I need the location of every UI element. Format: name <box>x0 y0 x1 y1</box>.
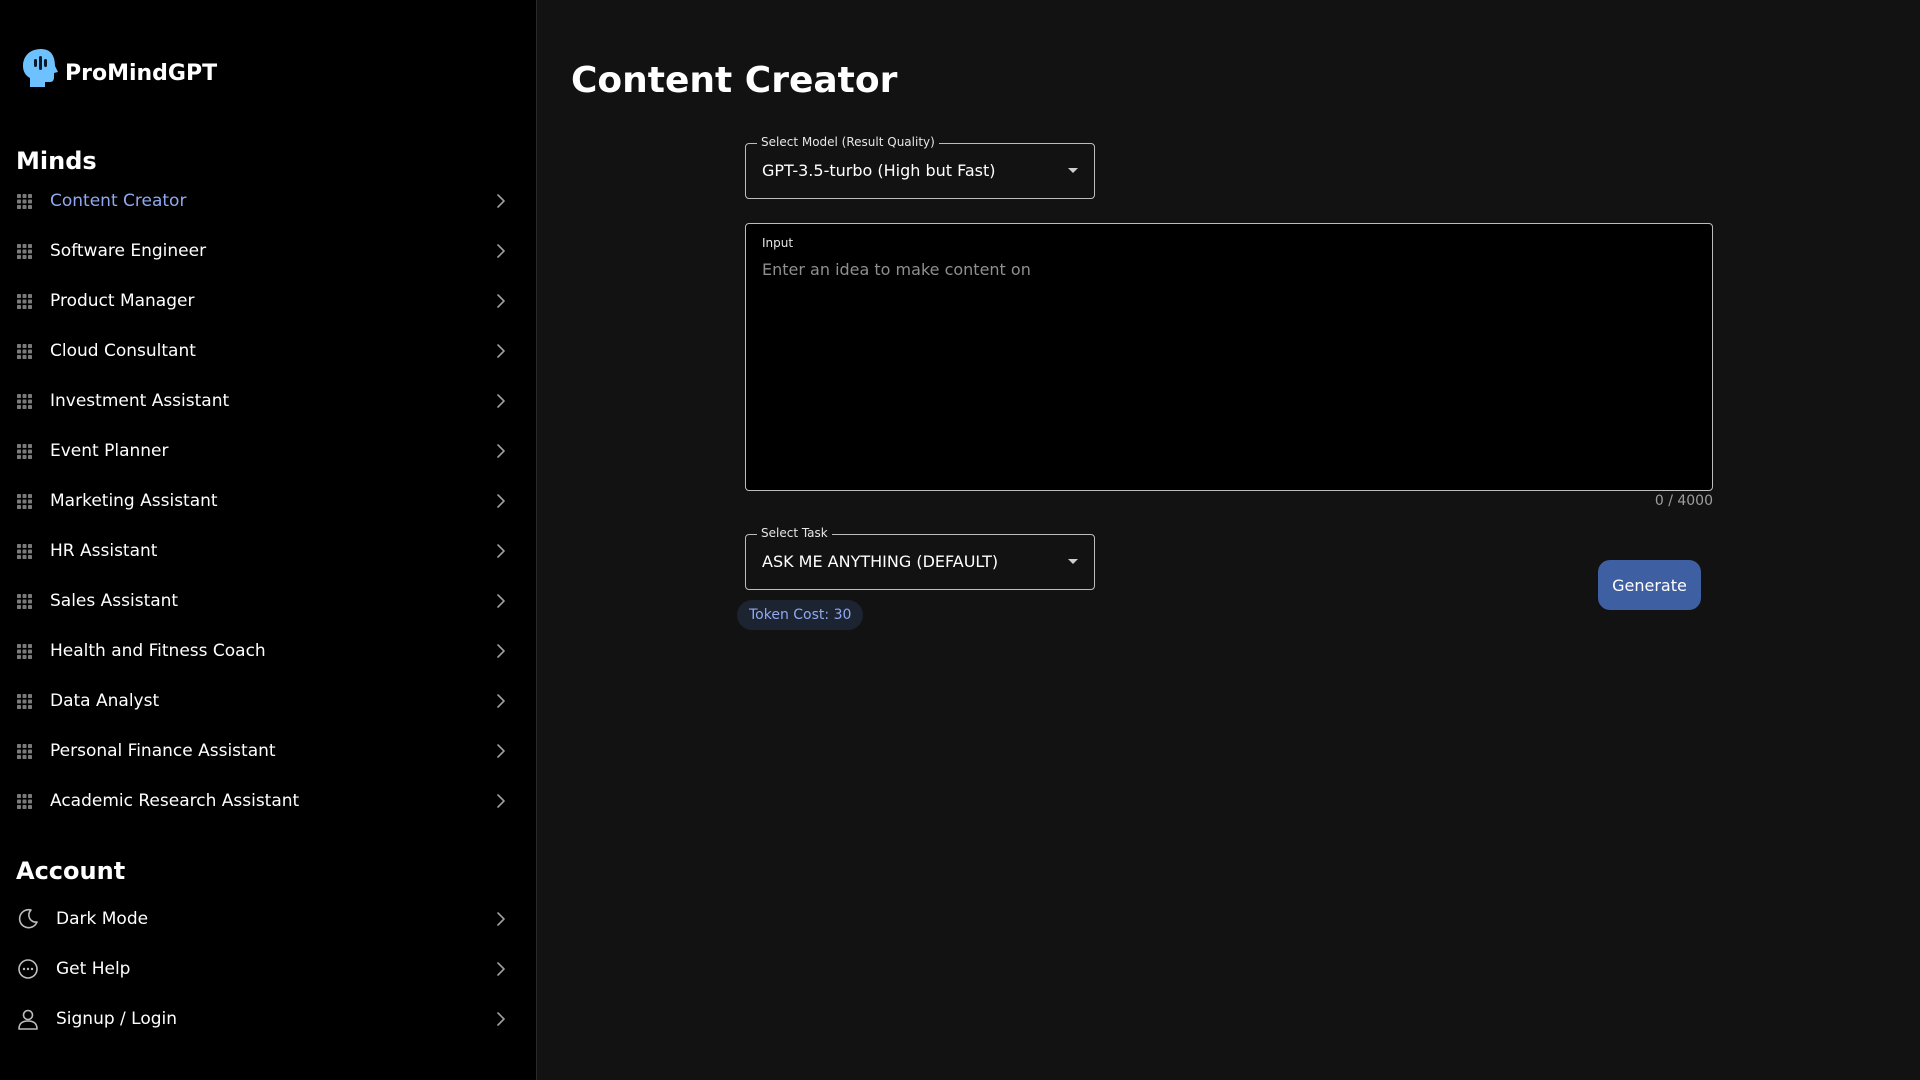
grid-icon <box>17 444 32 459</box>
sidebar-item-label: Cloud Consultant <box>50 341 196 361</box>
sidebar-item-marketing-assistant[interactable]: Marketing Assistant <box>0 476 537 526</box>
sidebar: ProMindGPT Minds Content Creator Software… <box>0 0 537 1080</box>
sidebar-item-label: Event Planner <box>50 441 169 461</box>
brand-name: ProMindGPT <box>65 60 218 86</box>
sidebar-item-dark-mode[interactable]: Dark Mode <box>0 894 537 944</box>
sidebar-item-software-engineer[interactable]: Software Engineer <box>0 226 537 276</box>
grid-icon <box>17 794 32 809</box>
grid-icon <box>17 544 32 559</box>
input-textarea[interactable] <box>762 260 1692 480</box>
task-select-value: ASK ME ANYTHING (DEFAULT) <box>762 552 999 571</box>
model-select-label: Select Model (Result Quality) <box>757 135 939 149</box>
model-select[interactable]: Select Model (Result Quality) GPT-3.5-tu… <box>745 135 1095 199</box>
chevron-right-icon <box>497 1012 505 1026</box>
caret-down-icon <box>1068 168 1078 173</box>
grid-icon <box>17 744 32 759</box>
grid-icon <box>17 344 32 359</box>
chevron-right-icon <box>497 544 505 558</box>
sidebar-item-product-manager[interactable]: Product Manager <box>0 276 537 326</box>
generate-button[interactable]: Generate <box>1598 560 1701 610</box>
task-select-label: Select Task <box>757 526 832 540</box>
sidebar-item-label: Personal Finance Assistant <box>50 741 276 761</box>
sidebar-item-label: Health and Fitness Coach <box>50 641 266 661</box>
chevron-right-icon <box>497 394 505 408</box>
sidebar-item-label: HR Assistant <box>50 541 158 561</box>
chevron-right-icon <box>497 344 505 358</box>
input-label: Input <box>762 236 794 250</box>
grid-icon <box>17 194 32 209</box>
chevron-right-icon <box>497 744 505 758</box>
sidebar-item-label: Get Help <box>56 959 131 979</box>
grid-icon <box>17 594 32 609</box>
chat-bubble-icon <box>18 959 38 979</box>
head-profile-icon <box>23 49 58 87</box>
chevron-right-icon <box>497 694 505 708</box>
grid-icon <box>17 494 32 509</box>
sidebar-item-label: Software Engineer <box>50 241 207 261</box>
chevron-right-icon <box>497 444 505 458</box>
chevron-right-icon <box>497 644 505 658</box>
grid-icon <box>17 244 32 259</box>
account-section-title: Account <box>16 857 126 885</box>
grid-icon <box>17 644 32 659</box>
chevron-right-icon <box>497 962 505 976</box>
sidebar-item-data-analyst[interactable]: Data Analyst <box>0 676 537 726</box>
input-field[interactable]: Input <box>745 223 1713 491</box>
sidebar-item-signup-login[interactable]: Signup / Login <box>0 994 537 1044</box>
sidebar-item-health-and-fitness-coach[interactable]: Health and Fitness Coach <box>0 626 537 676</box>
sidebar-item-personal-finance-assistant[interactable]: Personal Finance Assistant <box>0 726 537 776</box>
chevron-right-icon <box>497 594 505 608</box>
grid-icon <box>17 694 32 709</box>
sidebar-item-investment-assistant[interactable]: Investment Assistant <box>0 376 537 426</box>
sidebar-item-academic-research-assistant[interactable]: Academic Research Assistant <box>0 776 537 826</box>
chevron-right-icon <box>497 194 505 208</box>
moon-icon <box>18 908 38 929</box>
sidebar-item-sales-assistant[interactable]: Sales Assistant <box>0 576 537 626</box>
grid-icon <box>17 294 32 309</box>
sidebar-item-cloud-consultant[interactable]: Cloud Consultant <box>0 326 537 376</box>
sidebar-item-label: Investment Assistant <box>50 391 230 411</box>
sidebar-item-label: Marketing Assistant <box>50 491 218 511</box>
sidebar-item-content-creator[interactable]: Content Creator <box>0 176 537 226</box>
minds-section-title: Minds <box>16 147 97 175</box>
character-counter: 0 / 4000 <box>1654 493 1713 509</box>
page-title: Content Creator <box>571 60 898 101</box>
brand-logo[interactable]: ProMindGPT <box>21 47 217 89</box>
sidebar-item-label: Dark Mode <box>56 909 149 929</box>
sidebar-item-event-planner[interactable]: Event Planner <box>0 426 537 476</box>
sidebar-item-label: Product Manager <box>50 291 195 311</box>
sidebar-item-label: Signup / Login <box>56 1009 178 1029</box>
model-select-value: GPT-3.5-turbo (High but Fast) <box>762 161 996 180</box>
chevron-right-icon <box>497 912 505 926</box>
task-select[interactable]: Select Task ASK ME ANYTHING (DEFAULT) <box>745 526 1095 590</box>
user-icon <box>18 1009 38 1030</box>
chevron-right-icon <box>497 294 505 308</box>
sidebar-item-label: Academic Research Assistant <box>50 791 300 811</box>
chevron-right-icon <box>497 794 505 808</box>
sidebar-item-hr-assistant[interactable]: HR Assistant <box>0 526 537 576</box>
sidebar-item-label: Sales Assistant <box>50 591 179 611</box>
token-cost-chip: Token Cost: 30 <box>737 600 864 630</box>
chevron-right-icon <box>497 494 505 508</box>
caret-down-icon <box>1068 559 1078 564</box>
chevron-right-icon <box>497 244 505 258</box>
sidebar-item-label: Content Creator <box>50 191 187 211</box>
sidebar-item-label: Data Analyst <box>50 691 160 711</box>
grid-icon <box>17 394 32 409</box>
sidebar-item-get-help[interactable]: Get Help <box>0 944 537 994</box>
